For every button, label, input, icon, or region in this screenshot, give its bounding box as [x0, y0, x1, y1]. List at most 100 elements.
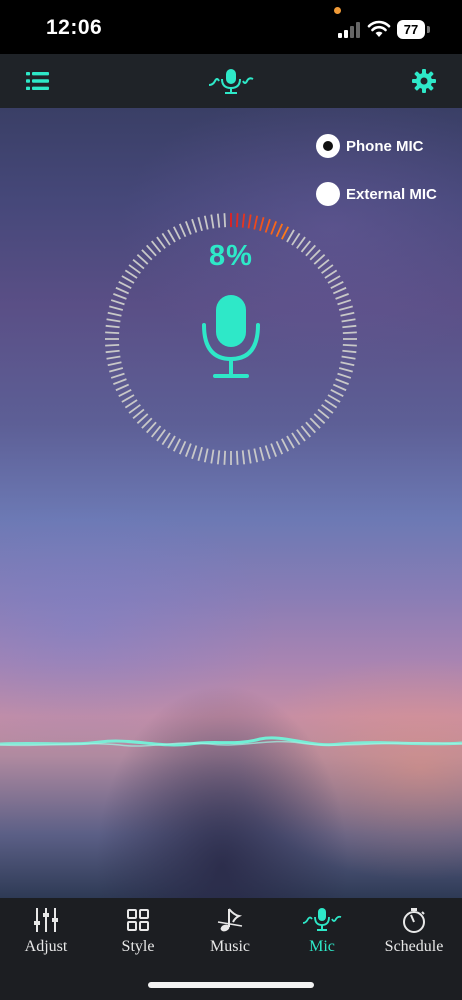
- meter-tick: [335, 378, 349, 385]
- microphone-icon[interactable]: [198, 293, 264, 383]
- meter-tick-active: [247, 214, 252, 229]
- meter-tick: [313, 413, 326, 424]
- nav-label-adjust: Adjust: [24, 938, 68, 955]
- gear-icon[interactable]: [410, 67, 438, 95]
- meter-tick: [113, 378, 127, 385]
- meter-tick: [259, 446, 265, 461]
- phone-mic-option[interactable]: Phone MIC: [316, 133, 424, 159]
- nav-item-mic[interactable]: Mic: [276, 898, 368, 978]
- meter-tick: [141, 249, 153, 261]
- meter-tick: [317, 259, 330, 270]
- level-percent: 8%: [209, 240, 253, 272]
- status-bar: 12:06 77: [0, 0, 462, 54]
- meter-tick: [136, 413, 149, 424]
- meter-tick: [342, 343, 357, 347]
- nav-item-schedule[interactable]: Schedule: [368, 898, 460, 978]
- meter-tick-active: [270, 221, 277, 235]
- app-header: [0, 54, 462, 108]
- meter-tick: [124, 399, 138, 409]
- meter-tick: [118, 389, 132, 398]
- meter-tick: [203, 215, 209, 230]
- external-mic-option[interactable]: External MIC: [316, 181, 437, 207]
- meter-tick: [340, 361, 355, 367]
- meter-tick: [223, 450, 227, 465]
- nav-item-music[interactable]: Music: [184, 898, 276, 978]
- meter-tick: [191, 445, 198, 460]
- meter-tick: [340, 311, 355, 317]
- meter-tick: [156, 236, 166, 249]
- meter-tick-active: [264, 218, 271, 233]
- nav-label-style: Style: [121, 938, 155, 955]
- meter-tick: [161, 432, 171, 446]
- meter-tick: [281, 438, 290, 452]
- meter-tick: [121, 275, 135, 284]
- nav-item-adjust[interactable]: Adjust: [0, 898, 92, 978]
- meter-tick: [235, 450, 239, 465]
- screen: 12:06 77 Phone MIC External MIC 8% Adjus…: [0, 0, 462, 1000]
- meter-tick: [300, 240, 311, 253]
- meter-tick: [332, 286, 347, 295]
- meter-tick: [151, 240, 162, 253]
- grid-icon: [127, 909, 149, 931]
- meter-tick: [109, 305, 124, 311]
- meter-tick: [105, 324, 120, 329]
- meter-tick: [296, 429, 306, 442]
- meter-tick: [305, 244, 316, 257]
- meter-tick: [338, 305, 353, 311]
- meter-tick: [286, 229, 295, 243]
- meter-tick: [321, 264, 334, 274]
- meter-tick: [107, 361, 122, 367]
- status-time: 12:06: [46, 16, 103, 39]
- meter-tick: [115, 383, 130, 392]
- meter-tick: [264, 445, 271, 460]
- battery-level: 77: [397, 20, 425, 39]
- meter-tick: [321, 404, 334, 414]
- external-mic-label: External MIC: [346, 185, 437, 203]
- meter-tick: [335, 293, 349, 300]
- meter-tick: [203, 448, 209, 463]
- mic-wave-icon: [302, 908, 342, 931]
- meter-tick: [105, 343, 120, 347]
- meter-tick: [106, 355, 121, 360]
- meter-tick-active: [235, 213, 239, 228]
- meter-tick: [110, 372, 125, 379]
- meter-tick: [128, 404, 141, 414]
- meter-tick: [110, 299, 125, 306]
- meter-tick: [113, 293, 127, 300]
- meter-tick: [324, 269, 338, 279]
- meter-tick: [338, 367, 353, 373]
- meter-tick: [151, 425, 162, 438]
- meter-tick: [128, 264, 141, 274]
- home-indicator: [148, 982, 314, 988]
- nav-item-style[interactable]: Style: [92, 898, 184, 978]
- meter-tick: [167, 229, 176, 243]
- meter-tick: [327, 275, 341, 284]
- phone-mic-radio[interactable]: [316, 134, 340, 158]
- meter-tick: [291, 432, 301, 446]
- meter-tick: [341, 318, 356, 323]
- meter-tick: [337, 299, 352, 306]
- list-icon[interactable]: [24, 67, 52, 95]
- meter-tick-active: [275, 223, 284, 238]
- meter-tick: [109, 367, 124, 373]
- meter-tick: [210, 449, 215, 464]
- meter-tick-active: [241, 213, 246, 228]
- meter-tick: [185, 221, 192, 235]
- meter-tick: [216, 213, 221, 228]
- meter-tick: [107, 311, 122, 317]
- meter-tick: [337, 372, 352, 379]
- timer-icon: [403, 908, 425, 933]
- meter-tick: [178, 440, 187, 455]
- meter-tick: [330, 280, 344, 289]
- meter-tick: [185, 443, 192, 457]
- meter-tick: [305, 421, 316, 434]
- meter-tick: [124, 269, 138, 279]
- meter-tick: [216, 450, 221, 465]
- external-mic-radio[interactable]: [316, 182, 340, 206]
- cellular-signal-icon: [338, 22, 360, 38]
- meter-tick: [197, 446, 203, 461]
- meter-tick: [172, 226, 181, 240]
- meter-tick: [341, 355, 356, 360]
- meter-tick: [167, 435, 176, 449]
- meter-tick-active: [253, 215, 259, 230]
